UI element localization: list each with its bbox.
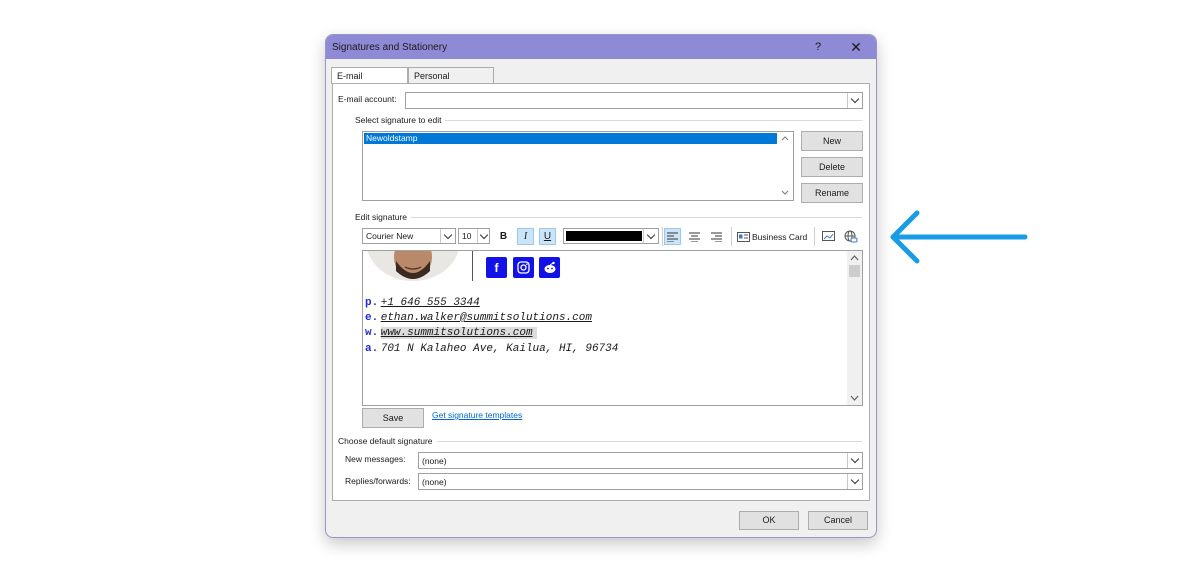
avatar-face-icon: [394, 251, 432, 279]
rename-button[interactable]: Rename: [801, 183, 863, 203]
scroll-arrows-icon: [850, 255, 859, 401]
tab-personal-stationery[interactable]: Personal Stationery: [408, 67, 494, 98]
dialog-title: Signatures and Stationery: [332, 42, 448, 53]
replies-value: (none): [422, 477, 447, 487]
delete-button[interactable]: Delete: [801, 157, 863, 177]
web-line: w. www.summitsolutions.com: [365, 327, 537, 339]
email-account-dropdown[interactable]: [405, 92, 863, 109]
divider: [472, 251, 473, 281]
chevron-down-icon: [847, 93, 862, 108]
save-button[interactable]: Save: [362, 408, 424, 428]
web-value[interactable]: www.summitsolutions.com: [380, 327, 537, 339]
address-value: 701 N Kalaheo Ave, Kailua, HI, 96734: [380, 343, 619, 355]
chevron-down-icon: [643, 229, 658, 243]
picture-icon: [821, 230, 835, 241]
chevron-down-icon: [440, 229, 455, 243]
reddit-icon[interactable]: [539, 257, 560, 278]
new-messages-label: New messages:: [345, 454, 406, 464]
instagram-icon[interactable]: [513, 257, 534, 278]
separator: [445, 120, 862, 121]
default-signature-label: Choose default signature: [338, 436, 433, 446]
business-card-label: Business Card: [752, 232, 808, 242]
edit-signature-label: Edit signature: [355, 212, 407, 222]
help-button[interactable]: ?: [808, 38, 828, 56]
signature-list[interactable]: Newoldstamp: [362, 131, 794, 201]
select-signature-label: Select signature to edit: [355, 115, 442, 125]
italic-button[interactable]: I: [517, 228, 534, 245]
arrow-pointer-icon: [890, 210, 1028, 264]
list-scrollbar[interactable]: [777, 132, 793, 200]
phone-key: p.: [365, 297, 379, 309]
signatures-dialog: Signatures and Stationery ? ✕ E-mail Sig…: [325, 34, 877, 538]
font-size-select[interactable]: 10: [458, 228, 490, 244]
business-card-button[interactable]: Business Card: [737, 229, 807, 245]
toolbar-divider: [814, 227, 815, 246]
facebook-icon[interactable]: f: [486, 257, 507, 278]
chevron-down-icon: [477, 229, 489, 243]
chevron-down-icon: [847, 453, 862, 468]
ok-button[interactable]: OK: [739, 511, 799, 530]
align-left-button[interactable]: [664, 228, 681, 245]
close-button[interactable]: ✕: [844, 38, 868, 56]
phone-value[interactable]: +1 646 555 3344: [381, 297, 480, 309]
color-swatch: [566, 231, 642, 241]
align-center-icon: [689, 232, 700, 242]
phone-line: p. +1 646 555 3344: [365, 297, 480, 309]
editor-scrollbar[interactable]: [847, 251, 862, 405]
separator: [411, 217, 862, 218]
address-key: a.: [365, 343, 379, 355]
new-button[interactable]: New: [801, 131, 863, 151]
tab-panel: E-mail account: Select signature to edit…: [332, 83, 870, 501]
toolbar-divider: [731, 227, 732, 246]
align-left-icon: [667, 232, 678, 242]
bold-button[interactable]: B: [495, 228, 512, 245]
signature-editor[interactable]: f p. +1 646 555 3344 e. ethan.walker@sum…: [362, 250, 863, 406]
scroll-arrows-icon: [781, 136, 789, 195]
title-bar: Signatures and Stationery ? ✕: [326, 35, 876, 59]
cancel-button[interactable]: Cancel: [808, 511, 868, 530]
email-account-label: E-mail account:: [338, 94, 397, 104]
signature-templates-link[interactable]: Get signature templates: [432, 410, 522, 420]
font-select[interactable]: Courier New: [362, 228, 456, 244]
new-messages-select[interactable]: (none): [418, 452, 863, 469]
replies-select[interactable]: (none): [418, 473, 863, 490]
web-key: w.: [365, 327, 379, 339]
list-item[interactable]: Newoldstamp: [364, 133, 779, 144]
hyperlink-icon: [844, 230, 857, 243]
font-color-picker[interactable]: [563, 228, 659, 244]
email-value[interactable]: ethan.walker@summitsolutions.com: [381, 312, 592, 324]
business-card-icon: [737, 232, 750, 242]
new-messages-value: (none): [422, 456, 447, 466]
chevron-down-icon: [847, 474, 862, 489]
align-right-button[interactable]: [708, 228, 725, 245]
align-center-button[interactable]: [686, 228, 703, 245]
underline-button[interactable]: U: [539, 228, 556, 245]
tab-email-signature[interactable]: E-mail Signature: [331, 67, 408, 98]
replies-label: Replies/forwards:: [345, 476, 411, 486]
align-right-icon: [711, 232, 722, 242]
separator: [437, 441, 862, 442]
insert-hyperlink-button[interactable]: [842, 228, 859, 245]
font-size-value: 10: [462, 231, 472, 241]
address-line: a. 701 N Kalaheo Ave, Kailua, HI, 96734: [365, 343, 618, 355]
toolbar-divider: [662, 227, 663, 246]
font-value: Courier New: [366, 231, 414, 241]
email-key: e.: [365, 312, 379, 324]
insert-picture-button[interactable]: [820, 228, 837, 245]
avatar: [366, 251, 460, 281]
email-line: e. ethan.walker@summitsolutions.com: [365, 312, 592, 324]
